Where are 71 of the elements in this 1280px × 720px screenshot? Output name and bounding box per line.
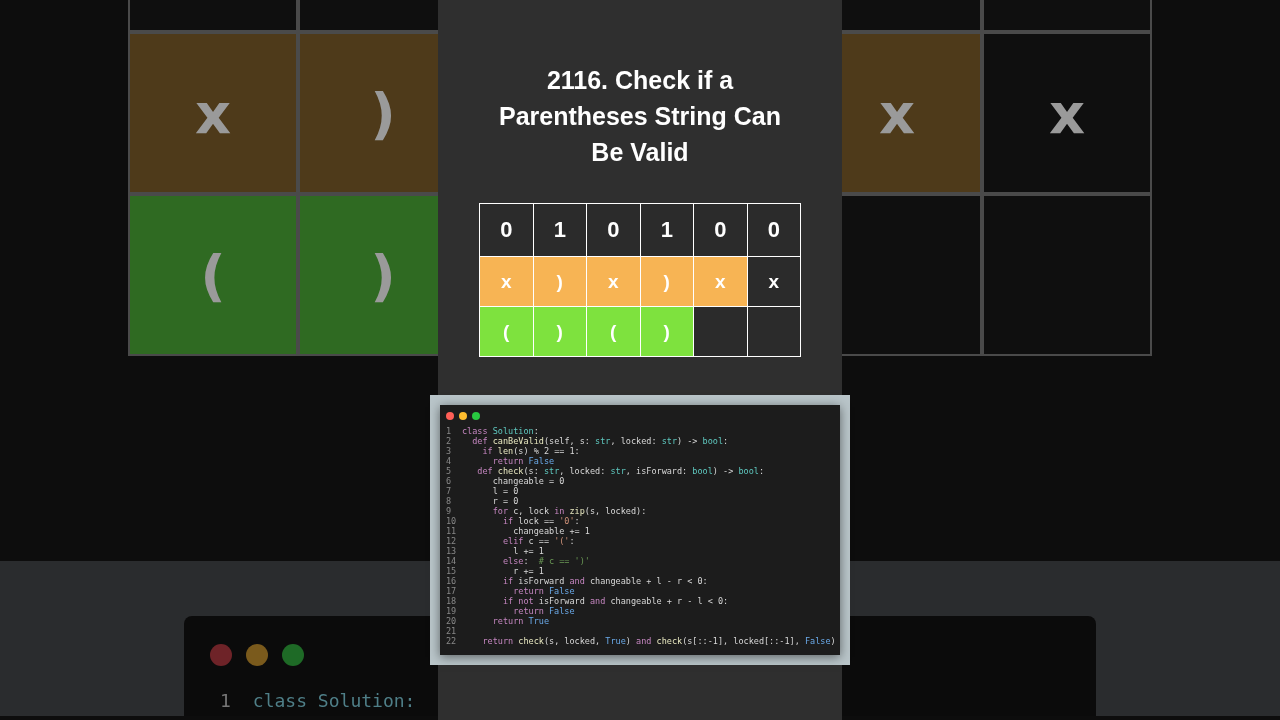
line-number: 22 — [446, 636, 458, 646]
grid-cell: ( — [130, 196, 296, 354]
code-line: r = 0 — [491, 496, 519, 506]
line-number: 5 — [446, 466, 453, 476]
code-line: l += 1 — [512, 546, 544, 556]
line-number: 17 — [446, 586, 458, 596]
code-line: def canBeValid(self, s: str, locked: str) -> bool: — [471, 436, 729, 446]
code-line: return check(s, locked, True) and check(s[::-1], locked[::-1], False) — [481, 636, 836, 646]
code-line: for c, lock in zip(s, locked): — [491, 506, 647, 516]
table-cell: 0 — [480, 204, 533, 256]
line-number: 15 — [446, 566, 458, 576]
code-line: return False — [512, 586, 575, 596]
code-line: r += 1 — [512, 566, 544, 576]
line-number: 11 — [446, 526, 458, 536]
line-number: 13 — [446, 546, 458, 556]
line-number: 10 — [446, 516, 458, 526]
table-cell: x — [587, 257, 640, 306]
table-cell: ( — [480, 307, 533, 356]
code-line: return True — [491, 616, 549, 626]
line-number: 12 — [446, 536, 458, 546]
line-number: 14 — [446, 556, 458, 566]
line-number: 1 — [220, 690, 231, 711]
code-line: elif c == '(': — [501, 536, 575, 546]
code-line: def check(s: str, locked: str, isForward: bool) -> bool: — [476, 466, 765, 476]
table-cell: ) — [533, 307, 586, 356]
line-number: 18 — [446, 596, 458, 606]
table-cell: 0 — [747, 204, 800, 256]
line-number: 20 — [446, 616, 458, 626]
window-dot-icon — [459, 412, 467, 420]
code-line: class Solution: — [462, 426, 539, 436]
line-number: 9 — [446, 506, 453, 516]
line-number: 7 — [446, 486, 453, 496]
title: 2116. Check if a Parentheses String Can Be Valid — [498, 65, 782, 168]
window-dot-icon — [282, 644, 304, 666]
code-line: l = 0 — [491, 486, 519, 496]
table-cell: ) — [640, 307, 693, 356]
table-cell: ) — [640, 257, 693, 306]
code-line: changeable = 0 — [491, 476, 565, 486]
code-line: changeable += 1 — [512, 526, 590, 536]
line-number: 21 — [446, 626, 458, 636]
line-number: 6 — [446, 476, 453, 486]
window-dot-icon — [246, 644, 268, 666]
code-line: return False — [491, 456, 555, 466]
grid-cell: x — [130, 34, 296, 192]
code-line: class Solution: — [252, 690, 416, 711]
table-cell: x — [747, 257, 800, 306]
table-cell: ( — [587, 307, 640, 356]
table-cell: x — [480, 257, 533, 306]
code-line: if isForward and changeable + l - r < 0: — [501, 576, 708, 586]
table-cell: 0 — [587, 204, 640, 256]
line-number: 1 — [446, 426, 453, 436]
window-dot-icon — [210, 644, 232, 666]
table-cell: x — [694, 257, 747, 306]
table-cell: ) — [533, 257, 586, 306]
code-line: if len(s) % 2 == 1: — [481, 446, 580, 456]
grid-cell: x — [984, 34, 1150, 192]
code-line: return False — [512, 606, 575, 616]
line-number: 3 — [446, 446, 453, 456]
line-number: 2 — [446, 436, 453, 446]
line-number: 19 — [446, 606, 458, 616]
code-line: if lock == '0': — [501, 516, 580, 526]
window-dot-icon — [472, 412, 480, 420]
line-number: 4 — [446, 456, 453, 466]
table-cell: 1 — [533, 204, 586, 256]
line-number: 16 — [446, 576, 458, 586]
table-cell: 1 — [640, 204, 693, 256]
table-cell: 0 — [694, 204, 747, 256]
code-line: else: # c == ')' — [501, 556, 590, 566]
window-dot-icon — [446, 412, 454, 420]
code-line: if not isForward and changeable + r - l < 0: — [501, 596, 729, 606]
line-number: 8 — [446, 496, 453, 506]
